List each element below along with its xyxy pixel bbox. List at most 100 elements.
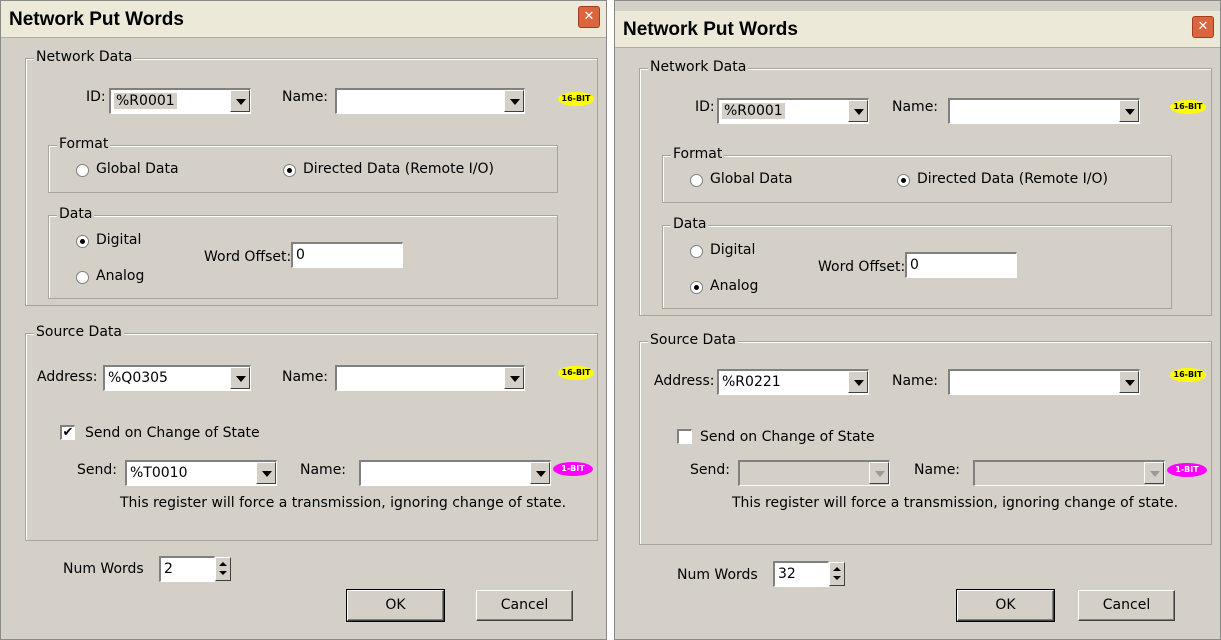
send-note: This register will force a transmission,… — [120, 495, 567, 511]
ok-button[interactable]: OK — [346, 589, 445, 622]
id-label: ID: — [695, 99, 715, 115]
cancel-button[interactable]: Cancel — [476, 590, 573, 621]
chevron-down-icon[interactable] — [848, 100, 868, 122]
send-name-combo[interactable] — [973, 460, 1165, 486]
close-icon[interactable]: ✕ — [578, 6, 600, 28]
num-words-input[interactable]: 32 — [773, 561, 829, 587]
send-on-change-checkbox[interactable] — [677, 429, 692, 444]
global-data-radio[interactable] — [690, 174, 703, 187]
network-data-label: Network Data — [34, 49, 135, 65]
send-note: This register will force a transmission,… — [732, 495, 1179, 511]
send-name-label: Name: — [914, 462, 961, 478]
send-on-change-label: Send on Change of State — [85, 425, 260, 441]
chevron-down-icon[interactable] — [1144, 462, 1164, 484]
chevron-down-icon[interactable] — [256, 462, 276, 484]
source-name-combo[interactable] — [948, 369, 1140, 395]
dialog-title: Network Put Words — [623, 19, 798, 40]
id-combo[interactable]: %R0001 — [109, 88, 251, 114]
analog-label: Analog — [96, 268, 145, 284]
send-name-combo[interactable] — [359, 460, 551, 486]
network-data-group: Network Data ID: %R0001 Name: 16-BIT For… — [25, 49, 598, 306]
data-group: Data Digital Analog Word Offset: 0 — [48, 206, 558, 299]
name-combo[interactable] — [948, 98, 1140, 124]
address-label: Address: — [654, 373, 715, 389]
data-label: Data — [57, 206, 95, 222]
name-label: Name: — [282, 89, 329, 105]
close-icon[interactable]: ✕ — [1192, 16, 1214, 38]
id-label: ID: — [86, 89, 106, 105]
chevron-down-icon[interactable] — [504, 90, 524, 112]
chevron-down-icon[interactable] — [230, 90, 250, 112]
source-data-group: Source Data Address: %R0221 Name: 16-BIT… — [639, 332, 1212, 545]
digital-label: Digital — [710, 242, 756, 258]
word-offset-input[interactable]: 0 — [291, 242, 403, 268]
directed-data-radio[interactable] — [897, 174, 910, 187]
analog-radio[interactable] — [76, 271, 89, 284]
title-bar[interactable]: Network Put Words ✕ — [1, 1, 606, 38]
send-combo[interactable]: %T0010 — [125, 460, 277, 486]
num-words-label: Num Words — [677, 567, 758, 583]
source-name-combo[interactable] — [335, 365, 525, 391]
num-words-input[interactable]: 2 — [159, 556, 215, 582]
address-combo[interactable]: %R0221 — [717, 369, 869, 395]
name-combo[interactable] — [335, 88, 525, 114]
source-data-group: Source Data Address: %Q0305 Name: 16-BIT… — [25, 324, 598, 541]
send-on-change-checkbox[interactable]: ✔ — [60, 425, 75, 440]
id-combo[interactable]: %R0001 — [717, 98, 869, 124]
send-combo[interactable] — [738, 460, 890, 486]
format-group: Format Global Data Directed Data (Remote… — [48, 136, 558, 193]
data-label: Data — [671, 216, 709, 232]
id-value: %R0001 — [722, 103, 785, 119]
num-words-spinner[interactable] — [829, 562, 845, 586]
chevron-down-icon[interactable] — [1119, 371, 1139, 393]
badge-16bit-icon: 16-BIT — [1170, 368, 1206, 382]
cancel-button[interactable]: Cancel — [1078, 590, 1175, 621]
arrow-up-icon[interactable] — [219, 562, 227, 566]
arrow-down-icon[interactable] — [219, 571, 227, 575]
dialog-title: Network Put Words — [9, 9, 184, 30]
digital-radio[interactable] — [76, 235, 89, 248]
num-words-spinner[interactable] — [215, 557, 231, 581]
digital-radio[interactable] — [690, 245, 703, 258]
badge-16bit-icon: 16-BIT — [558, 366, 594, 380]
source-name-label: Name: — [892, 373, 939, 389]
data-group: Data Digital Analog Word Offset: 0 — [662, 216, 1172, 309]
chevron-down-icon[interactable] — [530, 462, 550, 484]
global-data-label: Global Data — [96, 161, 179, 177]
chevron-down-icon[interactable] — [230, 367, 250, 389]
format-label: Format — [671, 146, 725, 162]
format-group: Format Global Data Directed Data (Remote… — [662, 146, 1172, 203]
analog-radio[interactable] — [690, 281, 703, 294]
send-label: Send: — [77, 462, 117, 478]
network-data-label: Network Data — [648, 59, 749, 75]
directed-data-label: Directed Data (Remote I/O) — [303, 161, 495, 177]
global-data-radio[interactable] — [76, 164, 89, 177]
digital-label: Digital — [96, 232, 142, 248]
address-value: %R0221 — [722, 374, 781, 390]
arrow-up-icon[interactable] — [833, 567, 841, 571]
chevron-down-icon[interactable] — [869, 462, 889, 484]
chevron-down-icon[interactable] — [504, 367, 524, 389]
global-data-label: Global Data — [710, 171, 793, 187]
address-value: %Q0305 — [108, 370, 168, 386]
name-label: Name: — [892, 99, 939, 115]
title-bar[interactable]: Network Put Words ✕ — [615, 11, 1220, 48]
send-name-label: Name: — [300, 462, 347, 478]
chevron-down-icon[interactable] — [848, 371, 868, 393]
chevron-down-icon[interactable] — [1119, 100, 1139, 122]
address-combo[interactable]: %Q0305 — [103, 365, 251, 391]
ok-button[interactable]: OK — [956, 589, 1055, 622]
word-offset-label: Word Offset: — [204, 249, 292, 265]
directed-data-radio[interactable] — [283, 164, 296, 177]
word-offset-label: Word Offset: — [818, 259, 906, 275]
dialog-network-put-words-right: Network Put Words ✕ Network Data ID: %R0… — [614, 0, 1221, 640]
analog-label: Analog — [710, 278, 759, 294]
send-on-change-label: Send on Change of State — [700, 429, 875, 445]
badge-1bit-icon: 1-BIT — [1167, 463, 1207, 477]
network-data-group: Network Data ID: %R0001 Name: 16-BIT For… — [639, 59, 1212, 316]
send-label: Send: — [690, 462, 730, 478]
badge-16bit-icon: 16-BIT — [1170, 100, 1206, 114]
word-offset-input[interactable]: 0 — [905, 252, 1017, 278]
address-label: Address: — [37, 369, 98, 385]
arrow-down-icon[interactable] — [833, 576, 841, 580]
